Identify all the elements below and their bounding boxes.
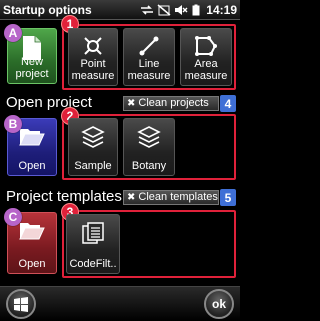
layers-icon (81, 126, 105, 148)
clock: 14:19 (206, 2, 237, 17)
ok-label: ok (211, 297, 226, 311)
template-document-icon (82, 222, 104, 244)
sync-arrows-icon (141, 4, 154, 15)
open-project-label: Open (18, 160, 46, 172)
badge-b: B (4, 115, 22, 133)
point-target-icon (84, 37, 102, 55)
close-x-icon: ✖ (127, 192, 136, 203)
polygon-area-icon (195, 36, 217, 56)
bottom-bar: ok (0, 286, 240, 321)
point-measure-button[interactable]: Point measure (68, 28, 118, 86)
template-codefilt-label: CodeFilt.. (69, 258, 117, 270)
clean-templates-button[interactable]: ✖ Clean templates (123, 190, 219, 205)
area-measure-button[interactable]: Area measure (180, 28, 232, 86)
project-templates-heading: Project templates (6, 188, 122, 205)
template-codefilt-button[interactable]: CodeFilt.. (66, 214, 120, 274)
area-measure-label: Area measure (184, 58, 228, 82)
line-measure-label: Line measure (127, 58, 171, 82)
windows-logo-icon (14, 297, 28, 312)
badge-4: 4 (220, 95, 236, 112)
ok-button[interactable]: ok (204, 289, 234, 319)
no-signal-icon (157, 3, 171, 16)
badge-c: C (4, 208, 22, 226)
start-button[interactable] (6, 289, 36, 319)
open-project-heading: Open project (6, 94, 92, 111)
title-bar: Startup options 14:19 (0, 0, 240, 20)
new-document-icon (23, 36, 41, 60)
open-folder-icon (19, 223, 45, 240)
open-template-label: Open (18, 258, 46, 270)
line-measure-button[interactable]: Line measure (123, 28, 175, 86)
badge-a: A (4, 24, 22, 42)
speaker-muted-icon (175, 4, 188, 15)
clean-projects-button[interactable]: ✖ Clean projects (123, 96, 219, 111)
project-botany-label: Botany (131, 160, 167, 172)
open-folder-icon (19, 129, 45, 146)
close-x-icon: ✖ (127, 98, 136, 109)
battery-icon (192, 4, 200, 15)
badge-5: 5 (220, 189, 236, 206)
point-measure-label: Point measure (71, 58, 115, 82)
project-botany-button[interactable]: Botany (123, 118, 175, 176)
project-sample-label: Sample (74, 160, 112, 172)
status-icons: 14:19 (140, 3, 237, 17)
clean-projects-label: Clean projects (138, 97, 209, 109)
line-icon (139, 36, 159, 56)
clean-templates-label: Clean templates (138, 191, 218, 203)
layers-icon (137, 126, 161, 148)
project-sample-button[interactable]: Sample (68, 118, 118, 176)
